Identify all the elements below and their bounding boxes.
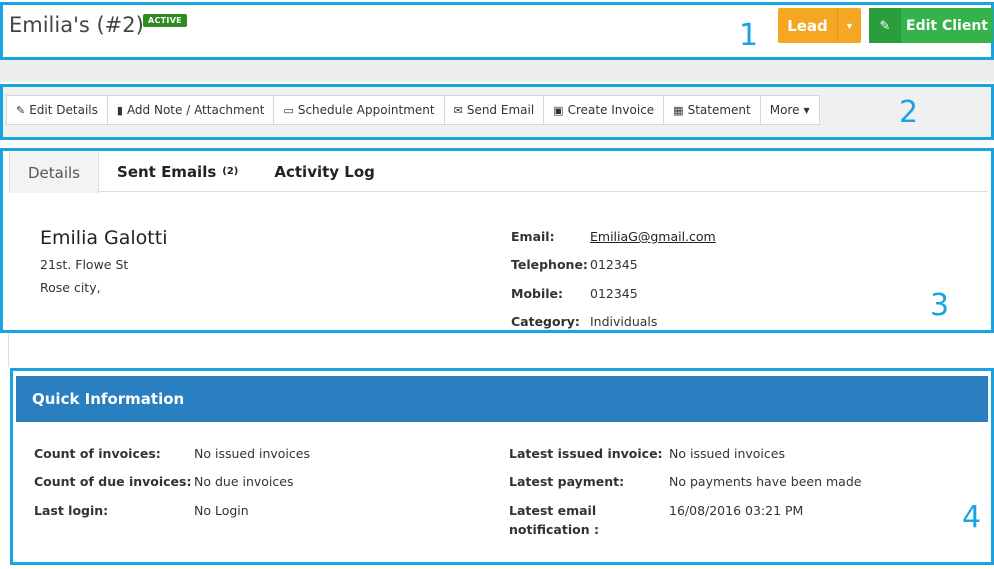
add-note-attachment-button[interactable]: ▮ Add Note / Attachment — [108, 96, 275, 124]
mobile-value: 012345 — [590, 286, 638, 301]
address-line-1: 21st. Flowe St — [40, 257, 129, 272]
details-tabs: Details Sent Emails (2) Activity Log — [9, 152, 988, 193]
tab-sent-emails[interactable]: Sent Emails (2) — [99, 152, 256, 191]
quick-information-section: Quick Information Count of invoices: No … — [10, 368, 994, 565]
count-due-invoices-value: No due invoices — [194, 474, 294, 489]
action-toolbar: ✎ Edit Details ▮ Add Note / Attachment ▭… — [6, 95, 820, 125]
latest-payment-value: No payments have been made — [669, 474, 862, 489]
statement-button[interactable]: ▦ Statement — [664, 96, 761, 124]
contact-name: Emilia Galotti — [40, 227, 168, 249]
annotation-number-2: 2 — [899, 95, 919, 130]
page-title: Emilia's (#2) — [9, 13, 144, 37]
schedule-appointment-button[interactable]: ▭ Schedule Appointment — [274, 96, 445, 124]
pencil-icon: ✎ — [869, 8, 901, 43]
send-email-label: Send Email — [466, 103, 535, 117]
count-invoices-value: No issued invoices — [194, 446, 310, 461]
count-due-invoices-label: Count of due invoices: — [34, 474, 192, 489]
table-icon: ▦ — [673, 103, 684, 117]
category-value: Individuals — [590, 314, 658, 329]
create-invoice-label: Create Invoice — [567, 103, 655, 117]
divider-strip — [8, 333, 994, 367]
divider-strip — [0, 60, 994, 82]
annotation-number-1: 1 — [739, 18, 759, 53]
envelope-icon: ✉ — [453, 103, 463, 117]
lead-status-dropdown[interactable]: Lead ▼ — [778, 8, 861, 43]
lead-button-label[interactable]: Lead — [778, 8, 837, 43]
mobile-label: Mobile: — [511, 286, 564, 301]
latest-email-notification-label: Latest email notification : — [509, 503, 599, 537]
annotation-number-3: 3 — [930, 288, 950, 323]
tab-activity-log-label: Activity Log — [274, 162, 375, 181]
caret-down-icon[interactable]: ▼ — [837, 8, 861, 43]
tab-details-label: Details — [28, 163, 81, 182]
calendar-icon: ▭ — [283, 103, 294, 117]
email-label: Email: — [511, 229, 555, 244]
quick-information-header: Quick Information — [16, 376, 988, 422]
tab-sent-emails-label: Sent Emails — [117, 162, 217, 181]
latest-payment-label: Latest payment: — [509, 474, 625, 489]
status-badge: ACTIVE — [143, 14, 187, 27]
telephone-value: 012345 — [590, 257, 638, 272]
telephone-label: Telephone: — [511, 257, 588, 272]
create-invoice-button[interactable]: ▣ Create Invoice — [544, 96, 665, 124]
latest-issued-invoice-value: No issued invoices — [669, 446, 785, 461]
edit-details-button[interactable]: ✎ Edit Details — [7, 96, 108, 124]
count-invoices-label: Count of invoices: — [34, 446, 161, 461]
book-icon: ▮ — [116, 103, 123, 117]
more-dropdown-button[interactable]: More ▼ — [761, 96, 819, 124]
schedule-appointment-label: Schedule Appointment — [297, 103, 435, 117]
statement-label: Statement — [687, 103, 751, 117]
email-link[interactable]: EmiliaG@gmail.com — [590, 229, 716, 244]
last-login-value: No Login — [194, 503, 249, 518]
category-label: Category: — [511, 314, 580, 329]
pencil-icon: ✎ — [16, 103, 26, 117]
edit-client-button[interactable]: ✎ Edit Client — [869, 8, 993, 43]
header-section: Emilia's (#2) ACTIVE Lead ▼ ✎ Edit Clien… — [0, 2, 994, 60]
action-toolbar-section: ✎ Edit Details ▮ Add Note / Attachment ▭… — [0, 84, 994, 140]
caret-down-icon: ▼ — [803, 105, 810, 115]
annotation-number-4: 4 — [962, 500, 982, 535]
add-note-label: Add Note / Attachment — [126, 103, 265, 117]
address-line-2: Rose city, — [40, 280, 101, 295]
sent-emails-count: (2) — [222, 166, 239, 177]
money-icon: ▣ — [553, 103, 564, 117]
tab-details[interactable]: Details — [9, 152, 100, 193]
latest-email-notification-value: 16/08/2016 03:21 PM — [669, 503, 804, 518]
latest-issued-invoice-label: Latest issued invoice: — [509, 446, 663, 461]
send-email-button[interactable]: ✉ Send Email — [445, 96, 545, 124]
edit-details-label: Edit Details — [29, 103, 98, 117]
more-label: More — [769, 103, 800, 117]
last-login-label: Last login: — [34, 503, 109, 518]
edit-client-label: Edit Client — [906, 17, 988, 34]
tab-activity-log[interactable]: Activity Log — [256, 152, 393, 191]
client-details-section: Details Sent Emails (2) Activity Log Emi… — [0, 148, 994, 333]
